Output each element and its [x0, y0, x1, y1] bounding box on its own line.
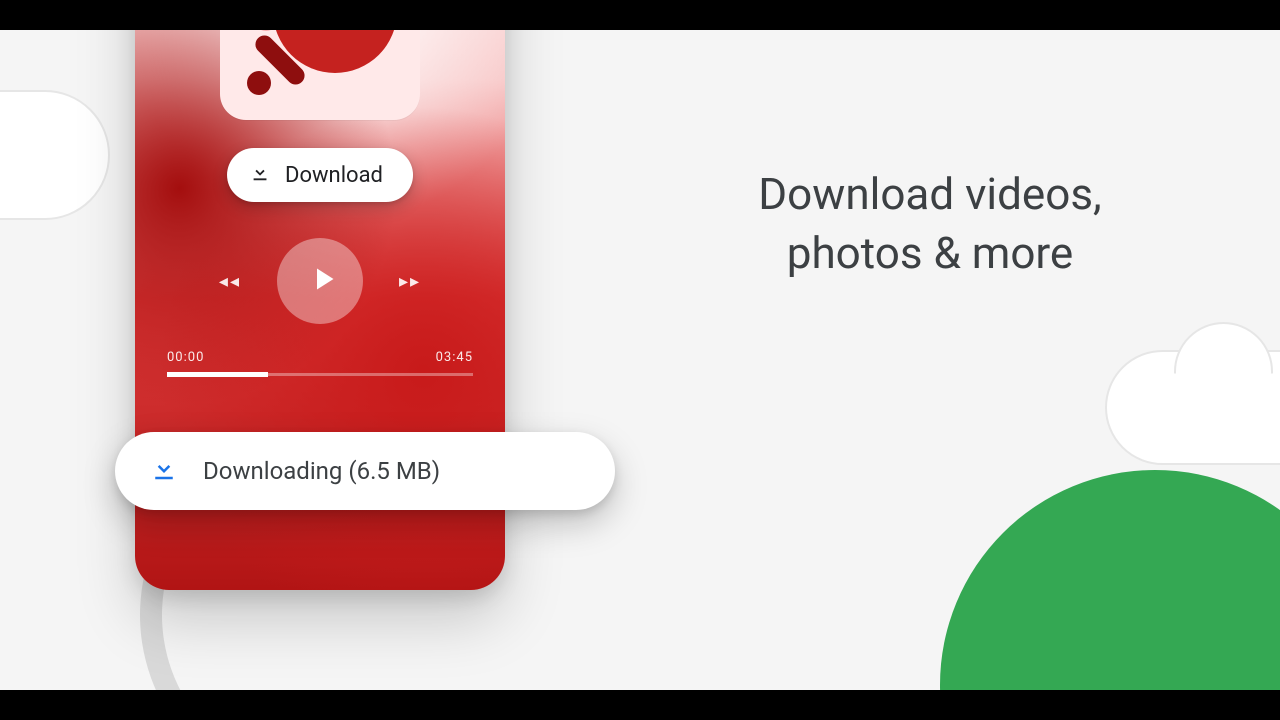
forward-icon[interactable]: ▸▸ — [399, 271, 421, 292]
letterbox-bottom — [0, 690, 1280, 720]
sword-shield-icon — [235, 30, 405, 107]
headline: Download videos, photos & more — [640, 165, 1220, 284]
download-icon — [249, 161, 271, 189]
download-icon — [149, 453, 179, 489]
cloud-decoration — [0, 90, 110, 220]
play-button[interactable] — [277, 238, 363, 324]
app-tile — [220, 30, 420, 120]
cloud-decoration — [1105, 350, 1280, 465]
headline-line2: photos & more — [640, 224, 1220, 283]
promo-stage: Download videos, photos & more — [0, 30, 1280, 690]
playback-progress[interactable]: 00:00 03:45 — [167, 350, 473, 376]
play-icon — [300, 261, 341, 301]
download-button-label: Download — [285, 163, 383, 188]
total-time: 03:45 — [436, 350, 473, 365]
progress-track[interactable] — [167, 373, 473, 376]
downloading-toast[interactable]: Downloading (6.5 MB) — [115, 432, 615, 510]
letterbox-top — [0, 0, 1280, 30]
headline-line1: Download videos, — [640, 165, 1220, 224]
download-button[interactable]: Download — [227, 148, 413, 202]
downloading-toast-label: Downloading (6.5 MB) — [203, 457, 440, 485]
progress-fill — [167, 372, 268, 377]
rewind-icon[interactable]: ◂◂ — [219, 271, 241, 292]
current-time: 00:00 — [167, 350, 204, 365]
hill-decoration — [940, 470, 1280, 690]
media-controls: ◂◂ ▸▸ — [135, 238, 505, 324]
